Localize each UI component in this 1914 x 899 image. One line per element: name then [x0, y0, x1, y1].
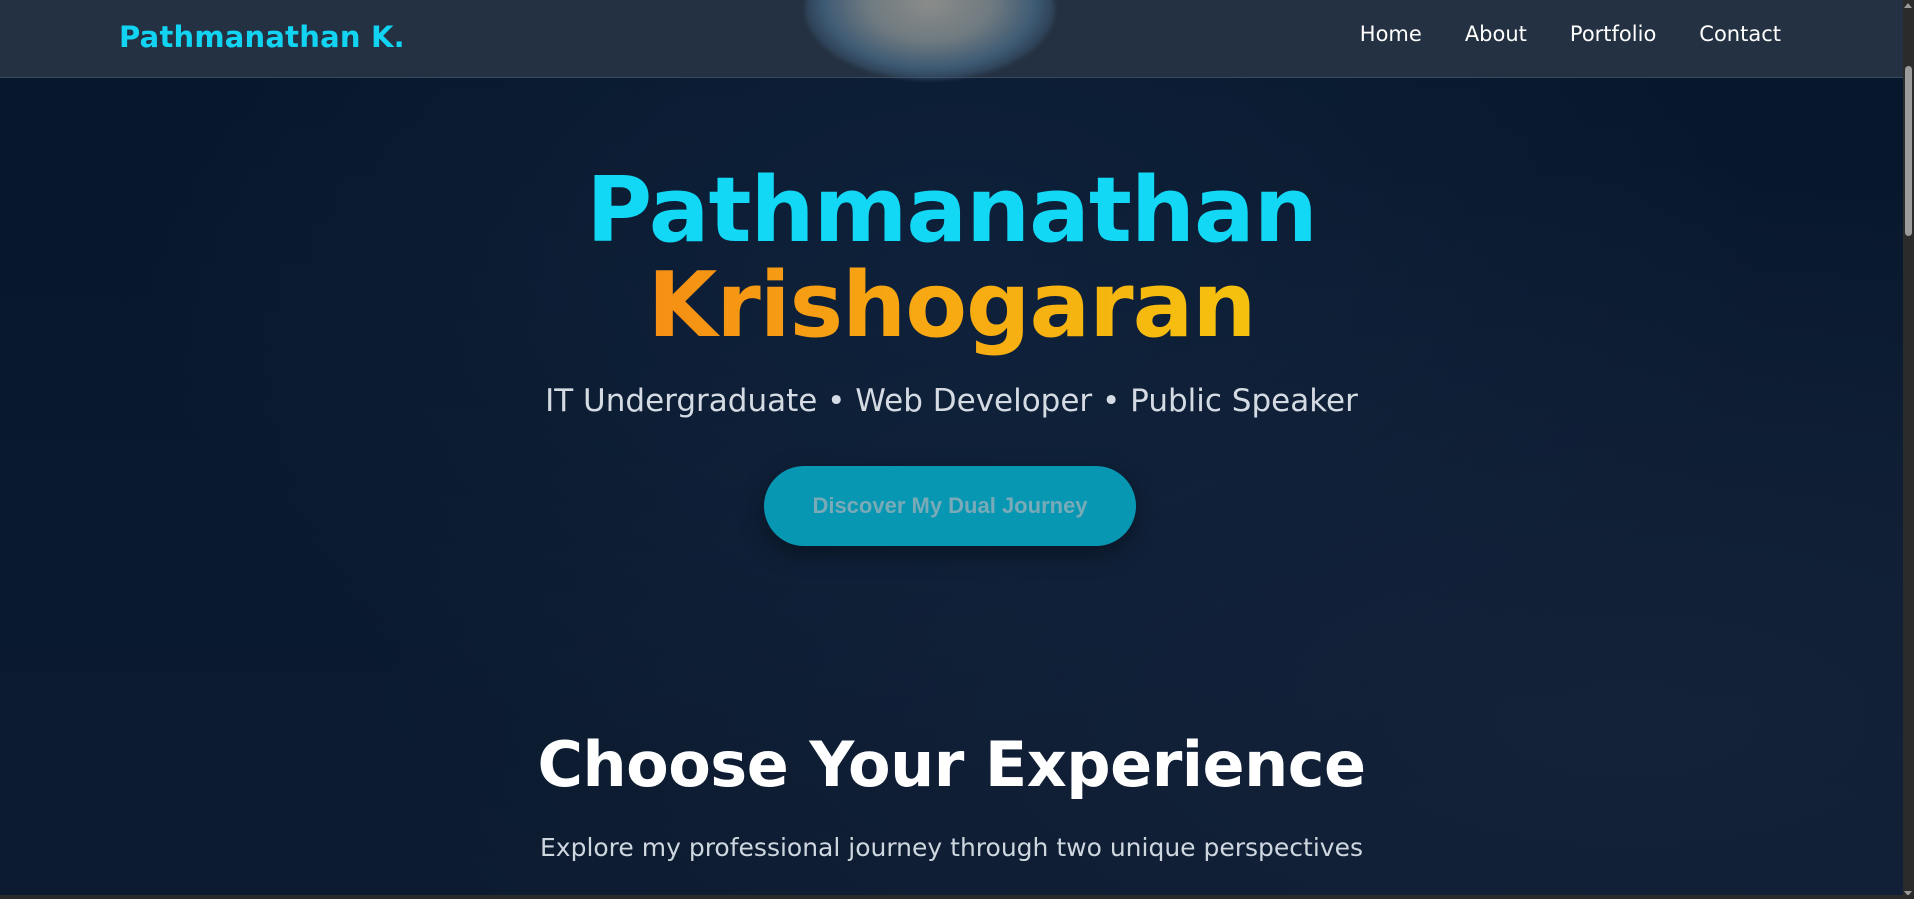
scroll-up-icon[interactable]	[1904, 3, 1912, 8]
hero-tagline: IT Undergraduate • Web Developer • Publi…	[545, 383, 1358, 419]
hero-last-name-text: Krishogaran	[647, 253, 1257, 358]
discover-journey-button[interactable]: Discover My Dual Journey	[764, 466, 1136, 546]
experience-subtitle: Explore my professional journey through …	[539, 833, 1363, 862]
experience-title: Choose Your Experience	[537, 728, 1366, 801]
nav-contact-link[interactable]: Contact	[1699, 22, 1781, 46]
navbar: Pathmanathan K. Home About Portfolio Con…	[0, 0, 1903, 80]
nav-about-link[interactable]: About	[1465, 22, 1527, 46]
hero-first-name: Pathmanathan	[586, 158, 1318, 263]
hero-last-name: Krishogaran	[0, 258, 1903, 354]
window-bottom-edge	[0, 895, 1914, 899]
nav-home-link[interactable]: Home	[1360, 22, 1422, 46]
scrollbar-thumb[interactable]	[1905, 66, 1912, 236]
brand-logo[interactable]: Pathmanathan K.	[119, 20, 405, 54]
avatar	[805, 0, 1055, 80]
nav-links: Home About Portfolio Contact	[1360, 22, 1781, 46]
page: Pathmanathan K. Home About Portfolio Con…	[0, 0, 1914, 899]
nav-portfolio-link[interactable]: Portfolio	[1570, 22, 1656, 46]
vertical-scrollbar[interactable]	[1903, 0, 1914, 899]
